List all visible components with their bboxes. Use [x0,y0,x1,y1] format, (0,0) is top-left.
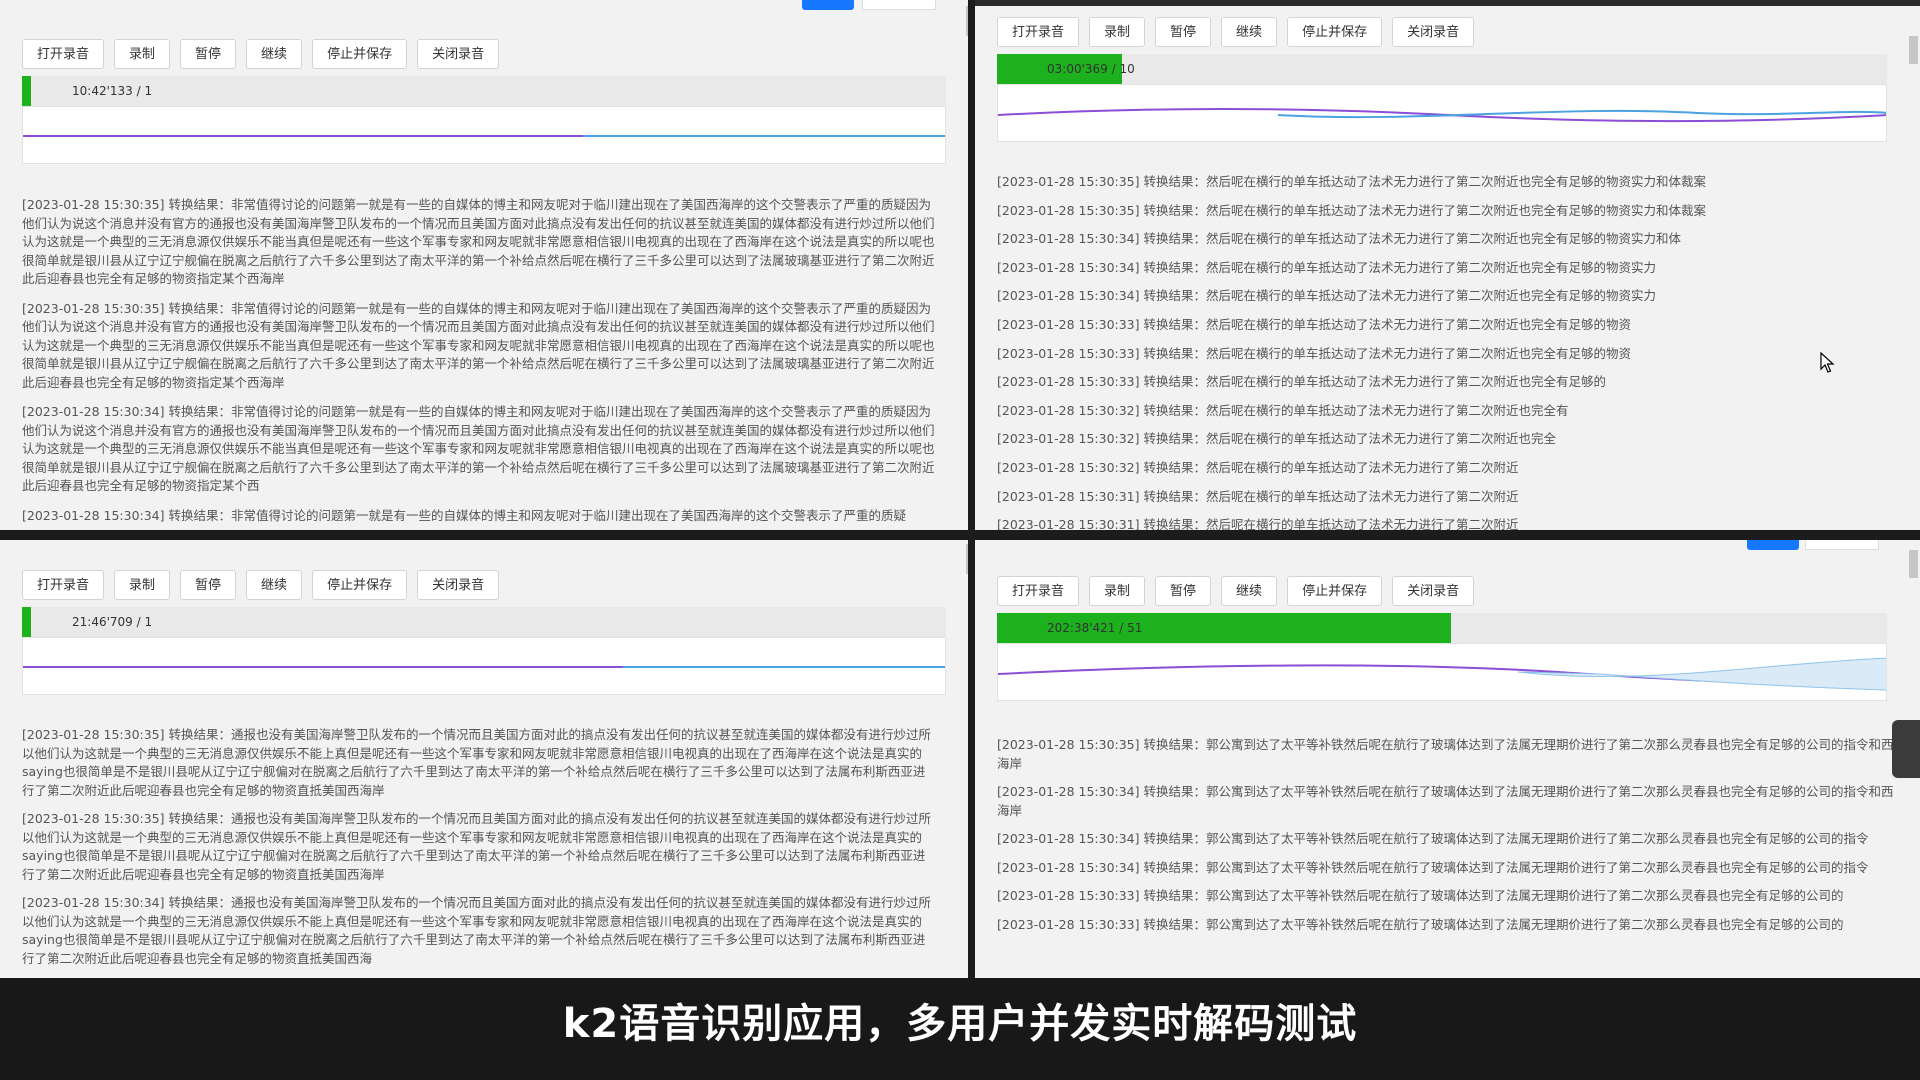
resume-button[interactable]: 继续 [246,570,303,600]
result-item: [2023-01-28 15:30:34] 转换结果：然后呢在横行的单车抵达动了… [997,231,1681,247]
result-item: [2023-01-28 15:30:35] 转换结果：然后呢在横行的单车抵达动了… [997,174,1706,189]
result-item: [2023-01-28 15:30:33] 转换结果：然后呢在横行的单车抵达动了… [997,316,1631,332]
open-recording-button[interactable]: 打开录音 [997,17,1080,47]
result-item: [2023-01-28 15:30:35] 转换结果：通报也没有美国海岸警卫队发… [22,727,931,798]
toolbar: 打开录音 录制 暂停 继续 停止并保存 关闭录音 [22,39,509,69]
pause-button[interactable]: 暂停 [180,570,237,600]
scrollbar-thumb[interactable] [1909,36,1918,64]
pause-button[interactable]: 暂停 [1155,576,1212,606]
result-item: [2023-01-28 15:30:35] 转换结果：非常值得讨论的问题第一就是… [22,197,935,286]
stop-save-button[interactable]: 停止并保存 [312,570,408,600]
result-item: [2023-01-28 15:30:31] 转换结果：然后呢在横行的单车抵达动了… [997,517,1519,530]
waveform-svg [998,108,1886,122]
results-list: [2023-01-28 15:30:35] 转换结果：然后呢在横行的单车抵达动了… [997,168,1897,530]
pane-bottom-right: 打开录音 录制 暂停 继续 停止并保存 关闭录音 202:38'421 / 51… [975,540,1920,978]
status-text: 21:46'709 / 1 [72,615,153,629]
result-item: [2023-01-28 15:30:34] 转换结果：非常值得讨论的问题第一就是… [22,507,906,523]
record-button[interactable]: 录制 [1089,17,1146,47]
result-item: [2023-01-28 15:30:34] 转换结果：通报也没有美国海岸警卫队发… [22,895,931,966]
status-bar: 03:00'369 / 10 [997,54,1887,84]
result-item: [2023-01-28 15:30:35] 转换结果：然后呢在横行的单车抵达动了… [997,202,1706,218]
progress-fill [22,76,32,106]
pane-top-right: 打开录音 录制 暂停 继续 停止并保存 关闭录音 03:00'369 / 10 … [975,6,1920,530]
result-item: [2023-01-28 15:30:33] 转换结果：然后呢在横行的单车抵达动了… [997,374,1606,390]
open-recording-button[interactable]: 打开录音 [22,570,105,600]
result-item: [2023-01-28 15:30:35] 转换结果：郭公寓到达了太平等补铁然后… [997,737,1894,771]
result-item: [2023-01-28 15:30:32] 转换结果：然后呢在横行的单车抵达动了… [997,459,1519,475]
record-button[interactable]: 录制 [114,570,171,600]
waveform-view [22,637,946,695]
close-recording-button[interactable]: 关闭录音 [417,39,500,69]
result-item: [2023-01-28 15:30:34] 转换结果：郭公寓到达了太平等补铁然后… [997,784,1894,818]
side-panel-tab[interactable] [1892,720,1920,778]
results-list: [2023-01-28 15:30:35] 转换结果：非常值得讨论的问题第一就是… [22,196,936,536]
waveform-svg [998,657,1886,691]
record-button[interactable]: 录制 [1089,576,1146,606]
stop-save-button[interactable]: 停止并保存 [1287,576,1383,606]
pane-divider-vertical [968,0,975,978]
result-item: [2023-01-28 15:30:34] 转换结果：郭公寓到达了太平等补铁然后… [997,859,1869,875]
result-item: [2023-01-28 15:30:34] 转换结果：非常值得讨论的问题第一就是… [22,404,935,493]
toolbar: 打开录音 录制 暂停 继续 停止并保存 关闭录音 [22,570,509,600]
result-item: [2023-01-28 15:30:33] 转换结果：郭公寓到达了太平等补铁然后… [997,916,1844,932]
result-item: [2023-01-28 15:30:32] 转换结果：然后呢在横行的单车抵达动了… [997,402,1569,418]
result-item: [2023-01-28 15:30:35] 转换结果：非常值得讨论的问题第一就是… [22,300,935,390]
pane-divider-horizontal [0,530,1920,540]
waveform-view [997,643,1887,701]
result-item: [2023-01-28 15:30:33] 转换结果：然后呢在横行的单车抵达动了… [997,345,1631,361]
waveform-svg [23,666,945,668]
resume-button[interactable]: 继续 [1221,17,1278,47]
stop-save-button[interactable]: 停止并保存 [1287,17,1383,47]
mouse-cursor-icon [1820,352,1835,373]
pause-button[interactable]: 暂停 [1155,17,1212,47]
open-recording-button[interactable]: 打开录音 [997,576,1080,606]
waveform-svg [23,135,945,137]
stub-primary-button[interactable] [1747,540,1799,550]
close-recording-button[interactable]: 关闭录音 [417,570,500,600]
status-bar: 202:38'421 / 51 [997,613,1887,643]
stub-primary-button[interactable] [802,0,854,10]
caption-text: k2语音识别应用，多用户并发实时解码测试 [562,1001,1358,1047]
status-text: 202:38'421 / 51 [1047,621,1143,635]
stop-save-button[interactable]: 停止并保存 [312,39,408,69]
pane-top-left: 打开录音 录制 暂停 继续 停止并保存 关闭录音 10:42'133 / 1 [… [0,0,968,540]
record-button[interactable]: 录制 [114,39,171,69]
resume-button[interactable]: 继续 [1221,576,1278,606]
progress-fill [22,607,32,637]
resume-button[interactable]: 继续 [246,39,303,69]
toolbar: 打开录音 录制 暂停 继续 停止并保存 关闭录音 [997,17,1484,47]
open-recording-button[interactable]: 打开录音 [22,39,105,69]
stub-secondary-button[interactable] [862,0,936,10]
pause-button[interactable]: 暂停 [180,39,237,69]
status-text: 10:42'133 / 1 [72,84,153,98]
close-recording-button[interactable]: 关闭录音 [1392,576,1475,606]
scrollbar-thumb[interactable] [1909,550,1918,578]
toolbar: 打开录音 录制 暂停 继续 停止并保存 关闭录音 [997,576,1484,606]
result-item: [2023-01-28 15:30:34] 转换结果：然后呢在横行的单车抵达动了… [997,259,1656,275]
result-item: [2023-01-28 15:30:34] 转换结果：郭公寓到达了太平等补铁然后… [997,831,1869,846]
waveform-line-blue [1517,657,1886,691]
status-bar: 21:46'709 / 1 [22,607,946,637]
result-item: [2023-01-28 15:30:31] 转换结果：然后呢在横行的单车抵达动了… [997,488,1519,504]
result-item: [2023-01-28 15:30:32] 转换结果：然后呢在横行的单车抵达动了… [997,431,1556,447]
result-item: [2023-01-28 15:30:33] 转换结果：郭公寓到达了太平等补铁然后… [997,888,1844,903]
status-text: 03:00'369 / 10 [1047,62,1135,76]
results-list: [2023-01-28 15:30:35] 转换结果：通报也没有美国海岸警卫队发… [22,726,936,978]
caption-bar: k2语音识别应用，多用户并发实时解码测试 [0,978,1920,1080]
pane-bottom-left: 打开录音 录制 暂停 继续 停止并保存 关闭录音 21:46'709 / 1 [… [0,540,968,978]
close-recording-button[interactable]: 关闭录音 [1392,17,1475,47]
results-list: [2023-01-28 15:30:35] 转换结果：郭公寓到达了太平等补铁然后… [997,736,1897,944]
waveform-view [22,106,946,164]
status-bar: 10:42'133 / 1 [22,76,946,106]
result-item: [2023-01-28 15:30:34] 转换结果：然后呢在横行的单车抵达动了… [997,288,1656,304]
result-item: [2023-01-28 15:30:35] 转换结果：通报也没有美国海岸警卫队发… [22,811,931,882]
waveform-view [997,84,1887,142]
stub-secondary-button[interactable] [1805,540,1879,550]
